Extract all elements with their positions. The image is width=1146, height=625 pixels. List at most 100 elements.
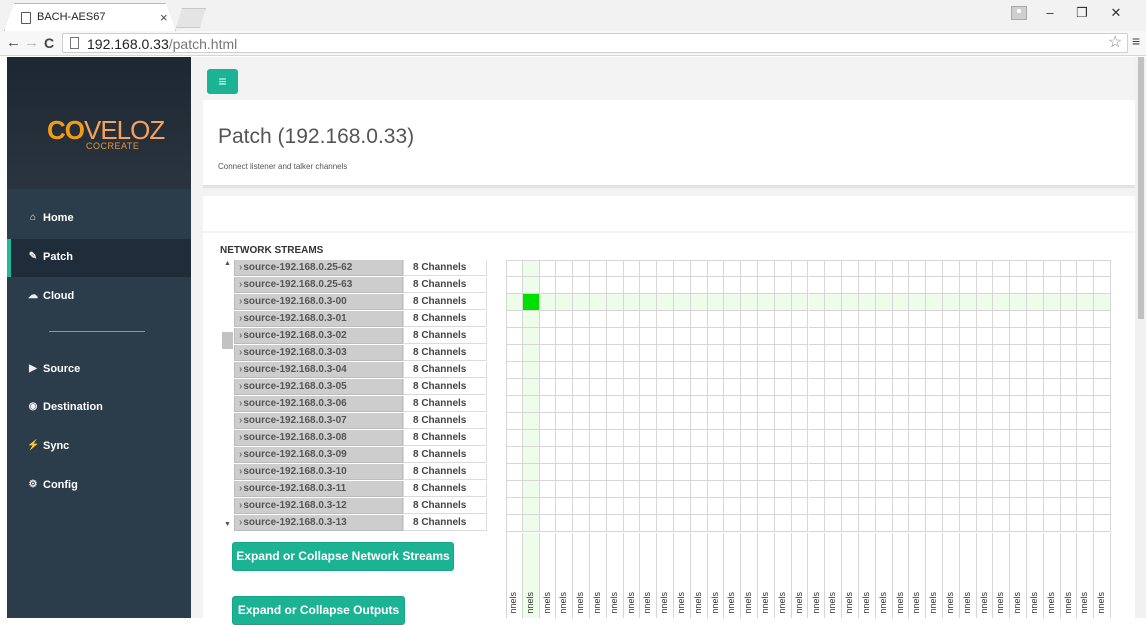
patch-cell[interactable] [1060, 396, 1078, 413]
patch-cell[interactable] [590, 277, 607, 294]
patch-cell[interactable] [522, 362, 540, 379]
patch-cell[interactable] [539, 498, 557, 515]
patch-cell[interactable] [758, 396, 775, 413]
patch-cell[interactable] [690, 498, 708, 515]
output-column[interactable]: nnels [926, 533, 943, 618]
expand-network-streams-button[interactable]: Expand or Collapse Network Streams [232, 542, 454, 571]
patch-cell[interactable] [791, 277, 809, 294]
patch-cell[interactable] [506, 464, 523, 481]
patch-cell[interactable] [858, 345, 876, 362]
patch-cell[interactable] [909, 345, 927, 362]
patch-cell[interactable] [657, 379, 675, 396]
patch-cell[interactable] [875, 362, 893, 379]
patch-cell[interactable] [623, 260, 641, 277]
patch-cell[interactable] [1010, 464, 1027, 481]
patch-cell[interactable] [842, 362, 859, 379]
window-close-icon[interactable]: ✕ [1106, 4, 1126, 22]
patch-cell[interactable] [993, 430, 1011, 447]
patch-cell[interactable] [1043, 464, 1061, 481]
patch-cell[interactable] [506, 328, 523, 345]
patch-cell[interactable] [674, 413, 691, 430]
chevron-right-icon[interactable]: › [239, 398, 242, 409]
patch-cell[interactable] [606, 430, 624, 447]
chevron-right-icon[interactable]: › [239, 279, 242, 290]
patch-cell[interactable] [774, 515, 792, 532]
patch-cell[interactable] [791, 345, 809, 362]
output-column[interactable]: nnels [573, 533, 591, 618]
patch-cell[interactable] [808, 396, 826, 413]
patch-cell[interactable] [1060, 498, 1078, 515]
patch-cell[interactable] [875, 260, 893, 277]
patch-cell[interactable] [590, 515, 607, 532]
patch-cell[interactable] [875, 311, 893, 328]
patch-cell[interactable] [909, 413, 927, 430]
patch-cell[interactable] [522, 447, 540, 464]
patch-cell[interactable] [724, 277, 742, 294]
patch-cell[interactable] [741, 260, 759, 277]
patch-cell[interactable] [808, 328, 826, 345]
patch-cell[interactable] [909, 277, 927, 294]
patch-cell[interactable] [539, 396, 557, 413]
patch-cell[interactable] [741, 413, 759, 430]
patch-cell[interactable] [774, 362, 792, 379]
chevron-right-icon[interactable]: › [239, 330, 242, 341]
patch-cell[interactable] [522, 328, 540, 345]
patch-cell[interactable] [976, 362, 994, 379]
patch-cell[interactable] [690, 464, 708, 481]
patch-cell[interactable] [1060, 379, 1078, 396]
patch-cell[interactable] [556, 396, 574, 413]
patch-cell[interactable] [623, 311, 641, 328]
patch-cell[interactable] [623, 430, 641, 447]
patch-cell[interactable] [892, 464, 910, 481]
patch-cell[interactable] [1077, 396, 1095, 413]
patch-cell[interactable] [892, 481, 910, 498]
patch-cell[interactable] [1077, 311, 1095, 328]
patch-cell[interactable] [556, 413, 574, 430]
patch-cell[interactable] [1060, 515, 1078, 532]
patch-cell[interactable] [1094, 430, 1111, 447]
stream-name[interactable]: ›source-192.168.0.3-08 [234, 430, 403, 446]
patch-cell[interactable] [623, 464, 641, 481]
stream-name[interactable]: ›source-192.168.0.25-63 [234, 277, 403, 293]
output-column[interactable]: nnels [657, 533, 675, 618]
patch-cell[interactable] [1060, 277, 1078, 294]
patch-cell[interactable] [707, 294, 725, 311]
output-column[interactable]: nnels [708, 533, 725, 618]
stream-name[interactable]: ›source-192.168.0.3-06 [234, 396, 403, 412]
patch-cell[interactable] [825, 447, 843, 464]
patch-cell[interactable] [858, 362, 876, 379]
patch-cell[interactable] [606, 413, 624, 430]
patch-cell[interactable] [674, 396, 691, 413]
scroll-down-icon[interactable]: ▼ [224, 521, 231, 528]
patch-cell[interactable] [1043, 328, 1061, 345]
patch-cell[interactable] [573, 260, 591, 277]
patch-cell[interactable] [858, 498, 876, 515]
patch-cell[interactable] [657, 345, 675, 362]
patch-cell[interactable] [858, 515, 876, 532]
patch-cell[interactable] [791, 311, 809, 328]
patch-cell[interactable] [758, 447, 775, 464]
patch-cell[interactable] [1060, 294, 1078, 311]
patch-cell[interactable] [825, 430, 843, 447]
stream-row[interactable]: ›source-192.168.0.3-06 8 Channels [234, 396, 487, 412]
patch-cell[interactable] [1077, 413, 1095, 430]
patch-cell[interactable] [791, 498, 809, 515]
patch-cell[interactable] [1077, 447, 1095, 464]
patch-cell[interactable] [506, 481, 523, 498]
scroll-thumb[interactable] [222, 332, 233, 349]
patch-cell[interactable] [825, 277, 843, 294]
patch-cell[interactable] [993, 515, 1011, 532]
chevron-right-icon[interactable]: › [239, 449, 242, 460]
stream-name[interactable]: ›source-192.168.0.3-12 [234, 498, 403, 514]
patch-cell[interactable] [926, 311, 943, 328]
patch-cell[interactable] [674, 260, 691, 277]
patch-cell[interactable] [506, 362, 523, 379]
patch-cell[interactable] [875, 328, 893, 345]
patch-cell[interactable] [640, 345, 658, 362]
patch-cell[interactable] [959, 362, 977, 379]
patch-cell[interactable] [522, 464, 540, 481]
patch-cell[interactable] [942, 277, 960, 294]
patch-cell[interactable] [522, 498, 540, 515]
patch-cell[interactable] [791, 362, 809, 379]
patch-cell[interactable] [791, 413, 809, 430]
